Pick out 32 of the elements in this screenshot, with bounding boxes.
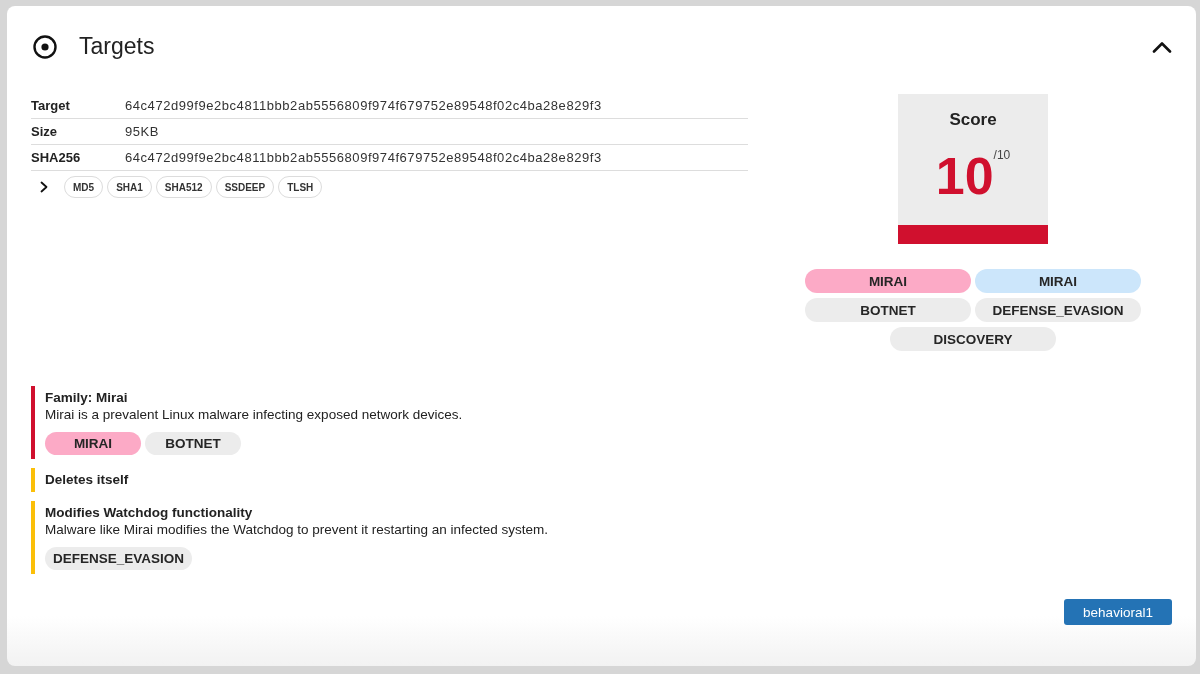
- signature-description: Malware like Mirai modifies the Watchdog to prevent it restarting an infected system.: [45, 521, 548, 538]
- tag: DEFENSE_EVASION: [45, 547, 193, 570]
- signature-title: Deletes itself: [45, 471, 129, 488]
- signature-title: Modifies Watchdog functionality: [45, 504, 253, 521]
- hash-chip[interactable]: TLSH: [278, 176, 323, 198]
- tag: MIRAI: [975, 269, 1141, 293]
- tag: MIRAI: [45, 432, 141, 455]
- hash-chip[interactable]: MD5: [64, 176, 104, 198]
- tag: BOTNET: [145, 432, 241, 455]
- signature-description: Mirai is a prevalent Linux malware infecting exposed network devices.: [45, 406, 463, 423]
- field-value: 64c472d99f9e2bc4811bbb2ab5556809f974f679752e89548f02c4ba28e829f3: [125, 98, 602, 113]
- hash-chip[interactable]: SHA512: [155, 176, 212, 198]
- field-label: Target: [31, 98, 71, 113]
- hash-chip[interactable]: SSDEEP: [215, 176, 275, 198]
- field-value: 64c472d99f9e2bc4811bbb2ab5556809f974f679752e89548f02c4ba28e829f3: [125, 150, 602, 165]
- tag: DEFENSE_EVASION: [975, 298, 1141, 322]
- chevron-up-icon[interactable]: [1152, 40, 1172, 53]
- tag: BOTNET: [805, 298, 971, 322]
- score-max: /10: [993, 148, 1011, 162]
- field-value: 95KB: [125, 124, 159, 139]
- task-button[interactable]: behavioral1: [1064, 599, 1172, 625]
- target-icon: [33, 34, 57, 59]
- tag: MIRAI: [805, 269, 971, 293]
- score-value: 10: [935, 149, 994, 202]
- field-label: SHA256: [31, 150, 82, 165]
- panel-title: Targets: [79, 33, 155, 60]
- tag: DISCOVERY: [890, 327, 1056, 351]
- score-label: Score: [949, 110, 997, 130]
- field-label: Size: [31, 124, 58, 139]
- signature-title: Family: Mirai: [45, 389, 128, 406]
- hash-chip[interactable]: SHA1: [107, 176, 152, 198]
- chevron-right-icon[interactable]: [40, 181, 48, 193]
